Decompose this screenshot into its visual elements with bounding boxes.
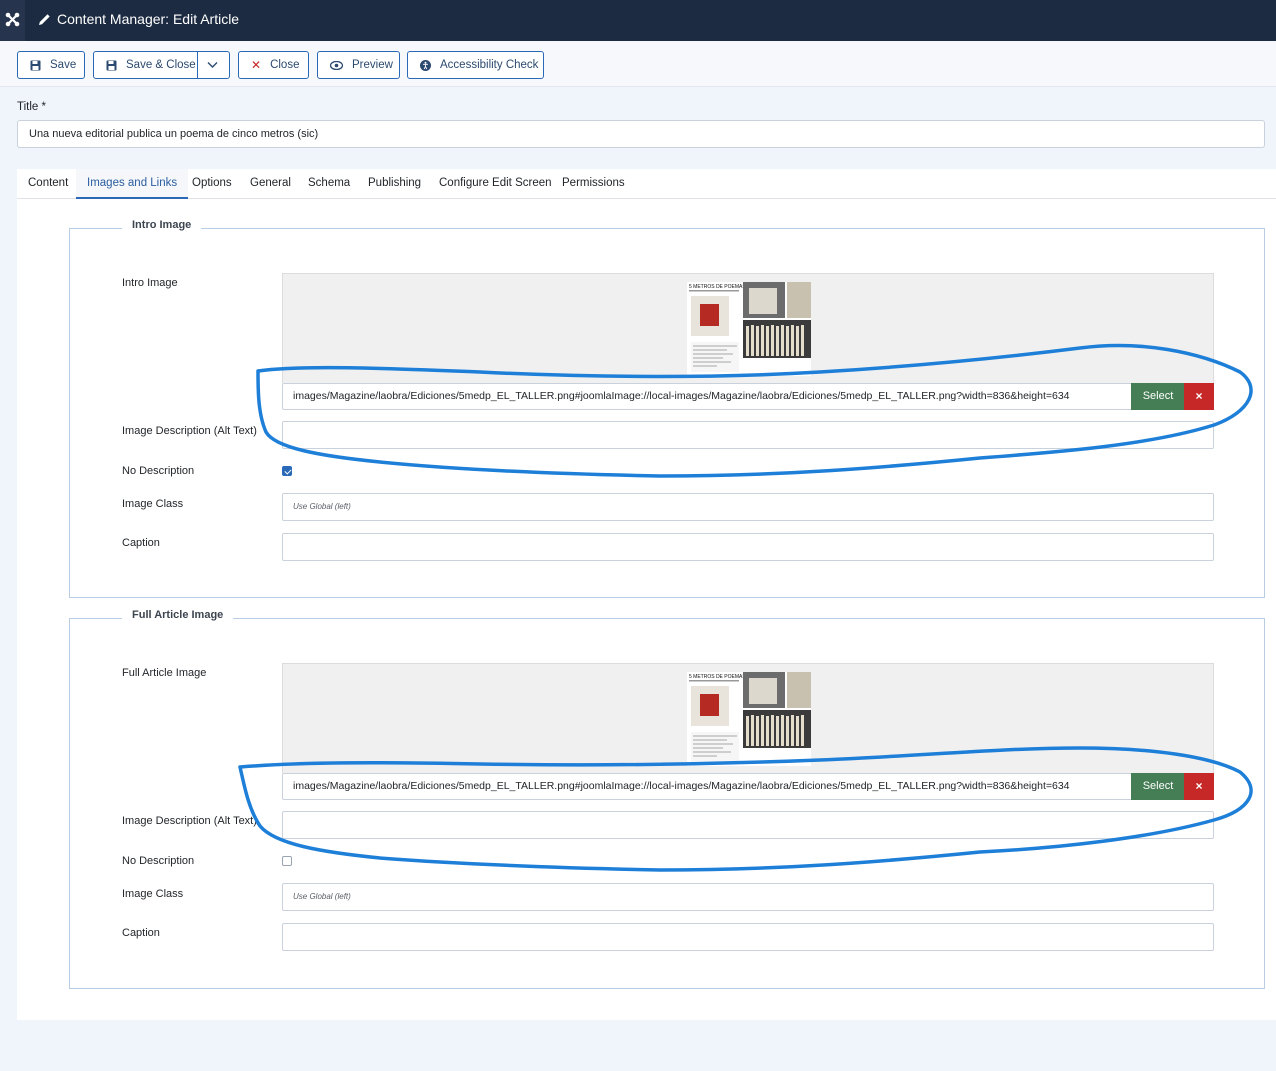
tab-bar: Content Images and Links Options General… bbox=[17, 169, 1276, 199]
eye-icon bbox=[330, 60, 343, 70]
intro-no-description-label: No Description bbox=[122, 465, 195, 477]
full-alt-label: Image Description (Alt Text) bbox=[122, 815, 257, 827]
thumbnail-heading: 5 METROS DE POEMAS bbox=[689, 674, 746, 680]
save-button[interactable]: Save bbox=[17, 51, 85, 79]
preview-label: Preview bbox=[352, 59, 393, 71]
thumbnail-heading: 5 METROS DE POEMAS bbox=[689, 284, 746, 290]
preview-button[interactable]: Preview bbox=[317, 51, 400, 79]
save-close-button[interactable]: Save & Close bbox=[93, 51, 230, 79]
tab-general[interactable]: General bbox=[239, 169, 302, 199]
full-article-image-preview: 5 METROS DE POEMAS bbox=[282, 663, 1214, 773]
full-no-description-checkbox[interactable] bbox=[282, 856, 292, 866]
full-article-image-clear-button[interactable]: × bbox=[1184, 773, 1214, 800]
close-button[interactable]: ✕ Close bbox=[238, 51, 309, 79]
toolbar: Save Save & Close ✕ Close Preview Access… bbox=[0, 41, 1276, 87]
full-article-image-select-button[interactable]: Select bbox=[1131, 773, 1185, 800]
pencil-icon bbox=[39, 13, 50, 25]
tab-publishing[interactable]: Publishing bbox=[357, 169, 432, 199]
title-label: Title * bbox=[17, 101, 46, 113]
page-title: Content Manager: Edit Article bbox=[38, 11, 239, 27]
tab-schema[interactable]: Schema bbox=[297, 169, 361, 199]
full-article-image-label: Full Article Image bbox=[122, 667, 207, 679]
tab-permissions[interactable]: Permissions bbox=[551, 169, 636, 199]
save-close-label: Save & Close bbox=[126, 59, 196, 71]
intro-no-description-checkbox[interactable] bbox=[282, 466, 292, 476]
accessibility-check-button[interactable]: Accessibility Check bbox=[407, 51, 544, 79]
full-caption-label: Caption bbox=[122, 927, 160, 939]
tab-content[interactable]: Content bbox=[17, 169, 79, 199]
full-article-image-url-field[interactable]: images/Magazine/laobra/Ediciones/5medp_E… bbox=[282, 773, 1214, 800]
full-image-class-label: Image Class bbox=[122, 888, 184, 900]
intro-image-class-select[interactable]: Use Global (left) bbox=[282, 493, 1214, 521]
intro-image-url[interactable]: images/Magazine/laobra/Ediciones/5medp_E… bbox=[293, 384, 1128, 409]
accessibility-icon bbox=[420, 59, 431, 71]
close-label: Close bbox=[270, 59, 300, 71]
split-divider bbox=[197, 52, 198, 78]
close-icon: ✕ bbox=[251, 58, 262, 72]
tab-configure-edit-screen[interactable]: Configure Edit Screen bbox=[428, 169, 563, 199]
intro-image-legend: Intro Image bbox=[122, 219, 202, 231]
full-image-class-select[interactable]: Use Global (left) bbox=[282, 883, 1214, 911]
full-caption-input[interactable] bbox=[282, 923, 1214, 951]
full-article-image-legend: Full Article Image bbox=[122, 609, 234, 621]
app-header: Content Manager: Edit Article bbox=[0, 0, 1276, 41]
intro-image-preview: 5 METROS DE POEMAS bbox=[282, 273, 1214, 383]
save-icon bbox=[106, 60, 117, 70]
intro-caption-input[interactable] bbox=[282, 533, 1214, 561]
full-article-image-fieldset: Full Article Image Full Article Image 5 … bbox=[69, 609, 1265, 989]
accessibility-label: Accessibility Check bbox=[440, 59, 539, 71]
intro-image-clear-button[interactable]: × bbox=[1184, 383, 1214, 410]
intro-alt-label: Image Description (Alt Text) bbox=[122, 425, 257, 437]
intro-image-url-field[interactable]: images/Magazine/laobra/Ediciones/5medp_E… bbox=[282, 383, 1214, 410]
chevron-down-icon[interactable] bbox=[207, 61, 218, 69]
full-article-image-url[interactable]: images/Magazine/laobra/Ediciones/5medp_E… bbox=[293, 774, 1128, 799]
intro-alt-input[interactable] bbox=[282, 421, 1214, 449]
joomla-icon bbox=[5, 12, 20, 27]
tab-options[interactable]: Options bbox=[181, 169, 243, 199]
tab-images-and-links[interactable]: Images and Links bbox=[76, 169, 189, 199]
intro-image-thumbnail: 5 METROS DE POEMAS bbox=[687, 282, 811, 376]
editor-panel: Content Images and Links Options General… bbox=[17, 169, 1276, 1020]
intro-image-select-button[interactable]: Select bbox=[1131, 383, 1185, 410]
full-no-description-label: No Description bbox=[122, 855, 195, 867]
intro-image-class-label: Image Class bbox=[122, 498, 184, 510]
full-alt-input[interactable] bbox=[282, 811, 1214, 839]
save-label: Save bbox=[50, 59, 77, 71]
intro-caption-label: Caption bbox=[122, 537, 160, 549]
intro-image-fieldset: Intro Image Intro Image 5 METROS DE POEM… bbox=[69, 219, 1265, 598]
joomla-logo[interactable] bbox=[0, 0, 25, 41]
title-input[interactable]: Una nueva editorial publica un poema de … bbox=[17, 120, 1265, 148]
save-icon bbox=[30, 60, 41, 70]
full-article-image-thumbnail: 5 METROS DE POEMAS bbox=[687, 672, 811, 766]
intro-image-label: Intro Image bbox=[122, 277, 178, 289]
page-title-text: Content Manager: Edit Article bbox=[57, 11, 240, 27]
